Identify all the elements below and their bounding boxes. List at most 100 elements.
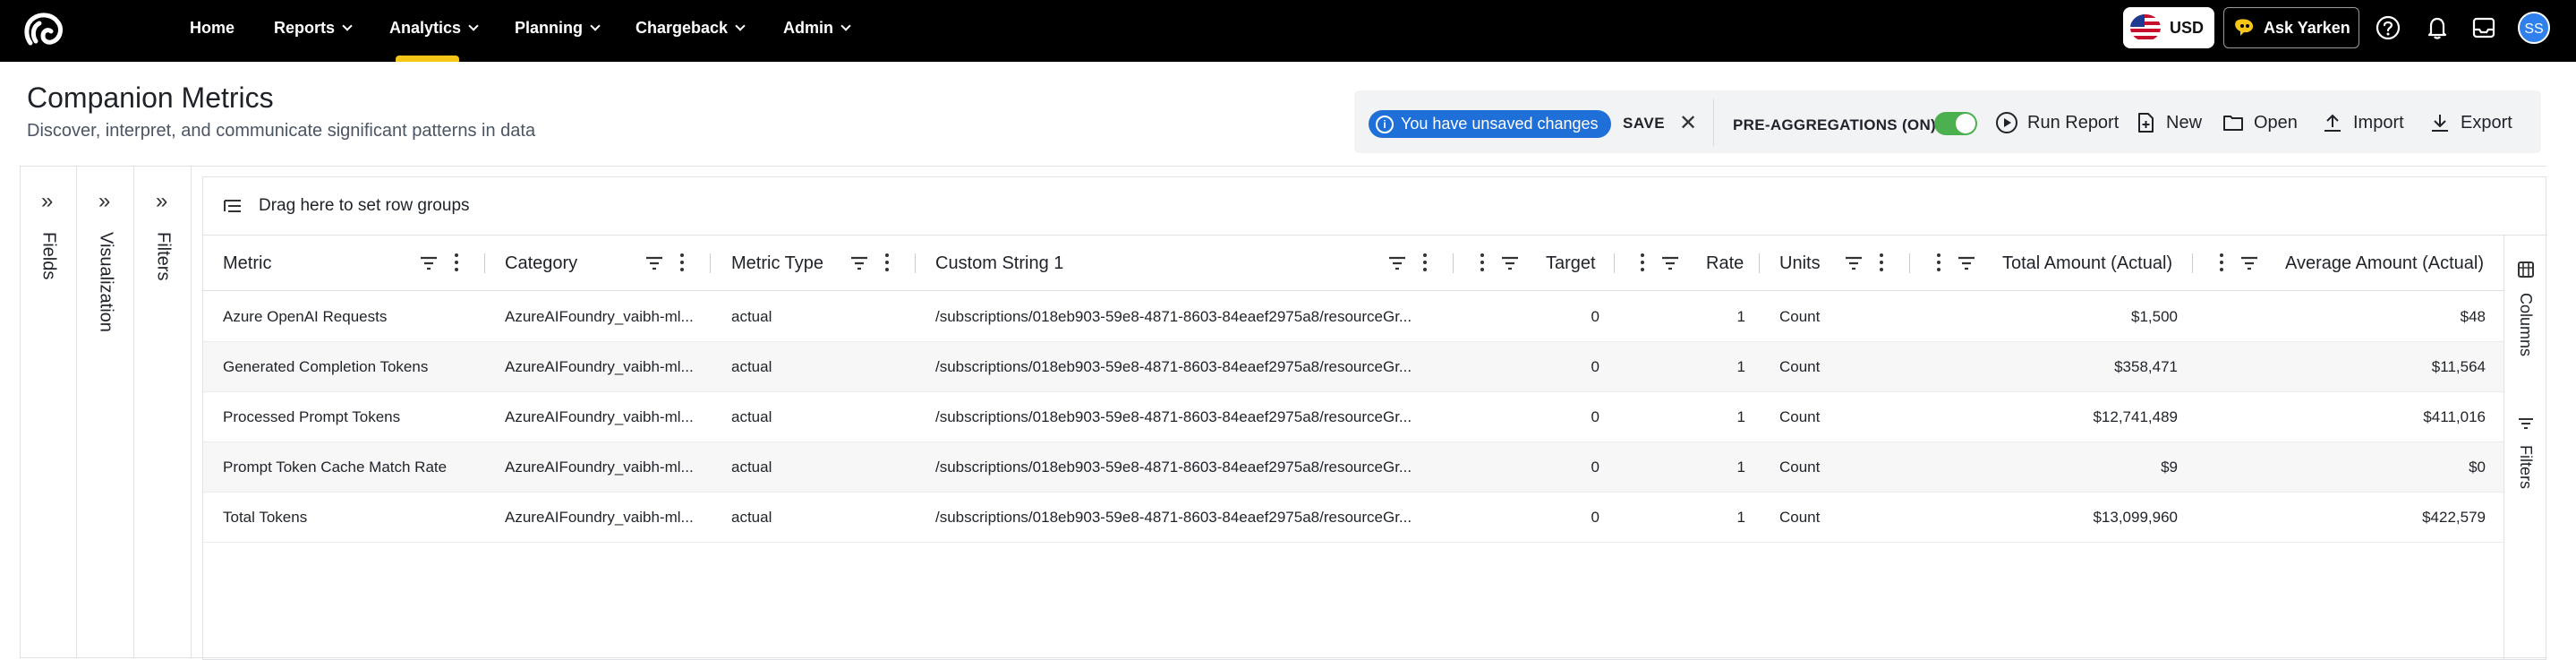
nav-planning[interactable]: Planning: [515, 0, 601, 56]
cell-average: $411,016: [2423, 408, 2486, 425]
filter-icon[interactable]: [1659, 253, 1681, 274]
cell-target: 0: [1591, 308, 1599, 325]
nav-analytics[interactable]: Analytics: [389, 0, 479, 56]
cell-metric-type: actual: [731, 308, 772, 325]
column-menu-icon[interactable]: [1879, 251, 1884, 274]
chevron-down-icon: [468, 21, 479, 31]
filter-icon[interactable]: [1843, 253, 1864, 274]
currency-selector[interactable]: USD: [2123, 7, 2214, 48]
columns-tab[interactable]: Columns: [2516, 293, 2535, 356]
import-button[interactable]: Import: [2321, 108, 2404, 137]
nav-admin[interactable]: Admin: [783, 0, 851, 56]
help-icon[interactable]: [2375, 14, 2401, 41]
column-menu-icon[interactable]: [679, 251, 685, 274]
cell-metric: Processed Prompt Tokens: [223, 408, 401, 425]
col-header-total-amount[interactable]: Total Amount (Actual): [2002, 236, 2172, 291]
col-header-metric-type[interactable]: Metric Type: [731, 236, 823, 291]
table-row[interactable]: Prompt Token Cache Match Rate AzureAIFou…: [203, 442, 2503, 493]
cell-total: $9: [2161, 459, 2178, 476]
col-header-rate[interactable]: Rate: [1706, 236, 1744, 291]
filter-icon[interactable]: [849, 253, 870, 274]
nav-chargeback[interactable]: Chargeback: [635, 0, 746, 56]
col-header-units[interactable]: Units: [1779, 236, 1821, 291]
column-menu-icon[interactable]: [454, 251, 459, 274]
filters-side-tab[interactable]: Filters: [2516, 445, 2535, 489]
ask-yarken-button[interactable]: Ask Yarken: [2223, 7, 2359, 48]
filter-icon[interactable]: [2239, 253, 2260, 274]
filter-icon[interactable]: [418, 253, 439, 274]
yarken-logo-icon[interactable]: [23, 13, 70, 48]
cell-target: 0: [1591, 358, 1599, 375]
cell-target: 0: [1591, 509, 1599, 526]
cell-total: $1,500: [2131, 308, 2178, 325]
inbox-icon[interactable]: [2470, 14, 2497, 41]
table-row[interactable]: Azure OpenAI Requests AzureAIFoundry_vai…: [203, 292, 2503, 342]
column-menu-icon[interactable]: [1936, 251, 1941, 274]
avatar[interactable]: SS: [2517, 11, 2551, 45]
nav-reports[interactable]: Reports: [274, 0, 353, 56]
cell-metric-type: actual: [731, 358, 772, 375]
chevron-down-icon: [342, 21, 353, 31]
cell-units: Count: [1779, 358, 1821, 375]
cell-total: $358,471: [2114, 358, 2178, 375]
chevron-double-right-icon[interactable]: »: [98, 189, 110, 214]
page-title: Companion Metrics: [27, 81, 274, 114]
row-group-dropzone[interactable]: Drag here to set row groups: [203, 177, 2547, 236]
visualization-tab[interactable]: » Visualization: [77, 166, 134, 658]
cell-average: $11,564: [2431, 358, 2486, 375]
new-file-icon: [2138, 113, 2154, 133]
cell-units: Count: [1779, 308, 1821, 325]
close-icon[interactable]: ✕: [1679, 110, 1697, 136]
column-menu-icon[interactable]: [1480, 251, 1485, 274]
open-button[interactable]: Open: [2222, 108, 2298, 137]
table-row[interactable]: Total Tokens AzureAIFoundry_vaibh-ml... …: [203, 493, 2503, 543]
nav-home[interactable]: Home: [190, 0, 235, 56]
filters-tab-label: Filters: [153, 232, 174, 281]
preaggregations-toggle[interactable]: [1934, 112, 1977, 135]
chevron-double-right-icon[interactable]: »: [156, 189, 167, 214]
fields-tab[interactable]: » Fields: [20, 166, 77, 658]
filters-tab[interactable]: » Filters: [134, 166, 192, 658]
cell-average: $422,579: [2422, 509, 2486, 526]
col-header-custom-string-1[interactable]: Custom String 1: [935, 236, 1063, 291]
play-circle-icon: [1996, 112, 2017, 133]
cell-rate: 1: [1736, 308, 1745, 325]
cell-units: Count: [1779, 408, 1821, 425]
fields-tab-label: Fields: [38, 232, 59, 280]
cell-metric: Prompt Token Cache Match Rate: [223, 459, 448, 476]
column-menu-icon[interactable]: [1640, 251, 1645, 274]
cell-custom-string: /subscriptions/018eb903-59e8-4871-8603-8…: [935, 408, 1412, 425]
cell-metric: Total Tokens: [223, 509, 308, 526]
export-button[interactable]: Export: [2428, 108, 2512, 137]
chevron-double-right-icon[interactable]: »: [41, 189, 53, 214]
filter-icon[interactable]: [1956, 253, 1977, 274]
col-header-average-amount[interactable]: Average Amount (Actual): [2285, 236, 2484, 291]
run-report-button[interactable]: Run Report: [1995, 108, 2119, 137]
grid-header: Metric Category Metric Type Custom Strin…: [203, 236, 2503, 291]
filter-icon[interactable]: [2517, 415, 2535, 433]
filter-icon[interactable]: [1499, 253, 1521, 274]
new-button[interactable]: New: [2134, 108, 2202, 137]
save-button[interactable]: SAVE: [1623, 115, 1665, 133]
cell-category: AzureAIFoundry_vaibh-ml...: [505, 308, 694, 325]
col-header-target[interactable]: Target: [1546, 236, 1596, 291]
columns-icon[interactable]: [2517, 261, 2535, 279]
filter-icon[interactable]: [644, 253, 665, 274]
row-group-icon: [224, 200, 241, 212]
info-icon: i: [1376, 115, 1394, 133]
col-header-category[interactable]: Category: [505, 236, 577, 291]
bell-icon[interactable]: [2424, 14, 2451, 41]
column-menu-icon[interactable]: [2219, 251, 2224, 274]
folder-icon: [2223, 116, 2243, 131]
svg-text:SS: SS: [2524, 21, 2543, 37]
column-menu-icon[interactable]: [884, 251, 890, 274]
chevron-down-icon: [840, 21, 851, 31]
col-header-metric[interactable]: Metric: [223, 236, 271, 291]
table-row[interactable]: Processed Prompt Tokens AzureAIFoundry_v…: [203, 392, 2503, 442]
ask-yarken-label: Ask Yarken: [2264, 18, 2350, 37]
cell-units: Count: [1779, 509, 1821, 526]
column-menu-icon[interactable]: [1422, 251, 1428, 274]
cell-rate: 1: [1736, 408, 1745, 425]
table-row[interactable]: Generated Completion Tokens AzureAIFound…: [203, 342, 2503, 392]
filter-icon[interactable]: [1386, 253, 1408, 274]
